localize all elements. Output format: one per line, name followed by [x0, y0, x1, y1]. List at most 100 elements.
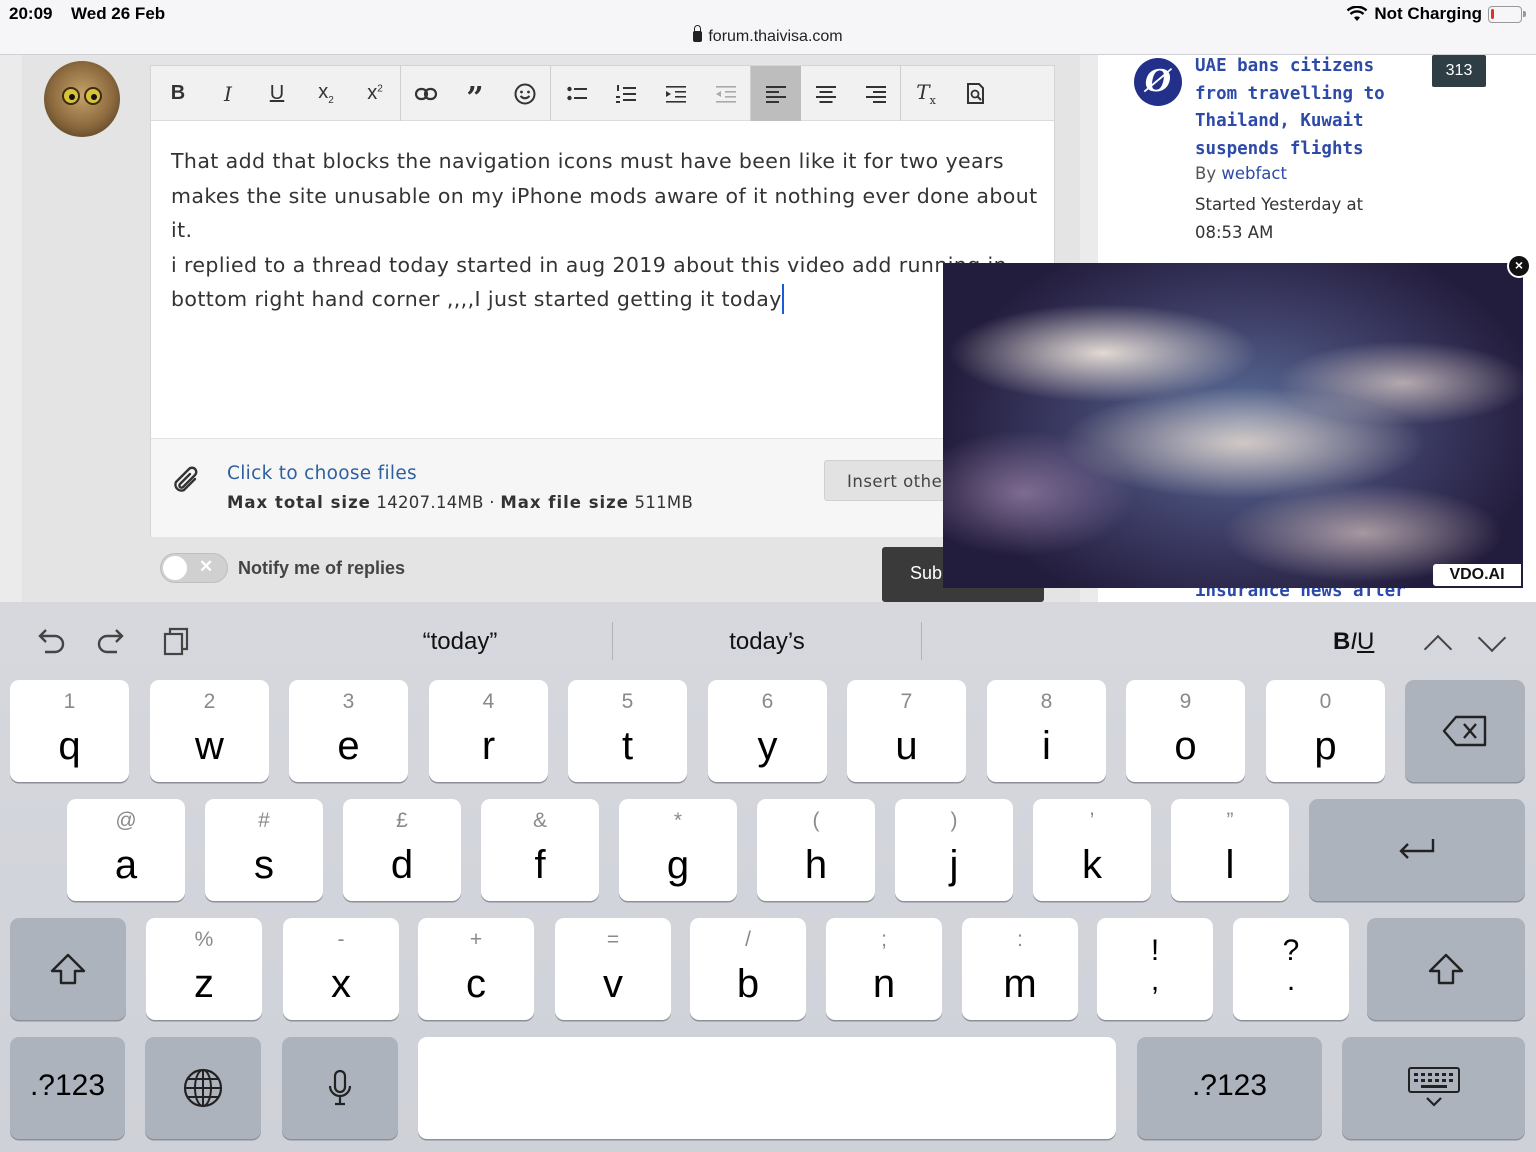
key-r[interactable]: 4r [429, 680, 548, 782]
italic-button[interactable]: I [203, 66, 253, 121]
key-m[interactable]: :m [962, 918, 1078, 1020]
hide-keyboard-key[interactable] [1342, 1037, 1525, 1139]
text-cursor [781, 284, 784, 314]
indent-icon[interactable] [651, 66, 701, 121]
key-c[interactable]: + c [418, 918, 534, 1020]
chevron-down-icon[interactable] [1477, 623, 1507, 653]
key-question-period[interactable]: ? . [1233, 918, 1349, 1020]
avatar-eye-right [84, 87, 102, 105]
key-q[interactable]: 1q [10, 680, 129, 782]
key-u[interactable]: 7u [847, 680, 966, 782]
key-p[interactable]: 0p [1266, 680, 1385, 782]
shift-key-left[interactable] [10, 918, 126, 1020]
key-d[interactable]: £ d [343, 799, 461, 901]
superscript-button[interactable]: x2 [350, 66, 400, 121]
key-g[interactable]: * g [619, 799, 737, 901]
key-secondary-label: 6 [761, 690, 774, 713]
toggle-knob [163, 556, 187, 580]
microphone-key[interactable] [282, 1037, 398, 1139]
link-icon[interactable] [401, 66, 451, 121]
return-key[interactable] [1309, 799, 1525, 901]
editor-toolbar: B I U x2 x2 ” Tx [151, 66, 1054, 121]
key-i[interactable]: 8i [987, 680, 1106, 782]
key-secondary-label: 3 [342, 690, 355, 713]
key-y[interactable]: 6y [708, 680, 827, 782]
numbers-key-right[interactable]: .?123 [1137, 1037, 1322, 1139]
ad-brand-label[interactable]: VDO.AI [1433, 564, 1521, 586]
key-t[interactable]: 5t [568, 680, 687, 782]
attach-limits: Max total size 14207.14MB · Max file siz… [227, 493, 693, 512]
reply-paragraph-2: i replied to a thread today started in a… [171, 248, 1041, 317]
chevron-up-icon[interactable] [1423, 634, 1453, 664]
key-h[interactable]: (h [757, 799, 875, 901]
author-link[interactable]: webfact [1221, 164, 1287, 183]
key-k[interactable]: ’ k [1033, 799, 1151, 901]
return-icon [1309, 799, 1525, 901]
key-label: t [621, 724, 634, 768]
redo-icon[interactable] [95, 626, 129, 656]
bullet-list-icon[interactable] [552, 66, 602, 121]
video-ad[interactable] [943, 263, 1523, 588]
suggestion-divider [921, 622, 922, 660]
subscript-button[interactable]: x2 [301, 66, 351, 121]
key-a[interactable]: @ a [67, 799, 185, 901]
key-z[interactable]: % z [146, 918, 262, 1020]
shift-key-right[interactable] [1367, 918, 1525, 1020]
key-secondary-label: £ [396, 809, 408, 832]
backspace-key[interactable] [1405, 680, 1525, 782]
suggestion-1[interactable]: “today” [310, 628, 610, 656]
undo-icon[interactable] [33, 626, 67, 656]
key-label: d [390, 843, 414, 887]
max-file-label: Max file size [500, 493, 629, 512]
key-s[interactable]: # s [205, 799, 323, 901]
key-secondary-label: 8 [1040, 690, 1053, 713]
key-secondary-label: 5 [621, 690, 634, 713]
notify-toggle[interactable]: ✕ [160, 553, 228, 583]
numbered-list-icon[interactable] [601, 66, 651, 121]
key-l[interactable]: ” l [1171, 799, 1289, 901]
emoji-icon[interactable] [500, 66, 550, 121]
avatar[interactable] [44, 61, 120, 137]
key-label: e [337, 724, 360, 768]
align-center-icon[interactable] [801, 66, 851, 121]
key-label: .?123 [1191, 1069, 1268, 1102]
underline-button[interactable]: U [252, 66, 302, 121]
key-e[interactable]: 3e [289, 680, 408, 782]
key-o[interactable]: 9o [1126, 680, 1245, 782]
key-label: j [949, 843, 959, 887]
quote-icon[interactable]: ” [450, 66, 500, 121]
key-x[interactable]: -x [283, 918, 399, 1020]
ad-close-icon[interactable]: × [1507, 254, 1531, 278]
clear-format-icon[interactable]: Tx [901, 66, 951, 121]
globe-key[interactable] [145, 1037, 261, 1139]
key-f[interactable]: & f [481, 799, 599, 901]
key-exclamation-comma[interactable]: ! , [1097, 918, 1213, 1020]
paste-icon[interactable] [160, 626, 194, 656]
key-b[interactable]: / b [690, 918, 806, 1020]
numbers-key-left[interactable]: .?123 [10, 1037, 125, 1139]
align-left-icon[interactable] [751, 66, 801, 121]
screen: 20:09 Wed 26 Feb Not Charging forum.thai… [0, 0, 1536, 1152]
align-right-icon[interactable] [851, 66, 901, 121]
suggestion-2[interactable]: today’s [614, 628, 920, 656]
key-n[interactable]: ; n [826, 918, 942, 1020]
key-w[interactable]: 2w [150, 680, 269, 782]
choose-files-link[interactable]: Click to choose files [227, 463, 417, 484]
bold-button[interactable]: B [153, 66, 203, 121]
status-time: 20:09 [9, 4, 53, 23]
url-text: forum.thaivisa.com [708, 28, 843, 45]
key-j[interactable]: ) j [895, 799, 1013, 901]
suggestion-divider [612, 622, 613, 660]
outdent-icon[interactable] [701, 66, 751, 121]
reply-paragraph-1: That add that blocks the navigation icon… [171, 149, 1038, 242]
address-bar[interactable]: forum.thaivisa.com [0, 25, 1536, 55]
reply-text-area[interactable]: That add that blocks the navigation icon… [171, 144, 1041, 317]
key-v[interactable]: = v [555, 918, 671, 1020]
reply-editor: B I U x2 x2 ” Tx That add that blocks th… [150, 65, 1064, 537]
key-label: m [1003, 962, 1037, 1006]
key-label: o [1174, 724, 1197, 768]
space-key[interactable] [418, 1037, 1116, 1139]
preview-icon[interactable] [951, 66, 1001, 121]
format-biu-button[interactable]: BIU [1333, 628, 1374, 656]
topic-title-link[interactable]: UAE bans citizens from travelling to Tha… [1195, 53, 1405, 163]
